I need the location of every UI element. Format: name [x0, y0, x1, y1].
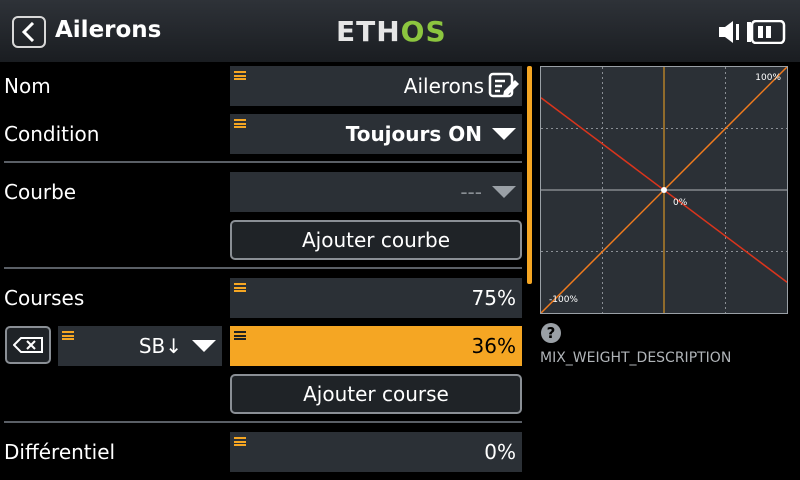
divider [4, 267, 522, 269]
condition-label: Condition [4, 122, 100, 146]
mix-weight-description: MIX_WEIGHT_DESCRIPTION [540, 350, 732, 366]
drag-handle-icon [234, 437, 246, 446]
switch-dropdown[interactable]: SB↓ [58, 326, 222, 366]
chevron-down-icon [492, 186, 516, 198]
name-label: Nom [4, 74, 51, 98]
differential-value: 0% [484, 440, 516, 464]
condition-dropdown[interactable]: Toujours ON [230, 114, 522, 154]
drag-handle-icon [234, 71, 246, 80]
help-icon[interactable]: ? [541, 323, 561, 343]
add-rate-button[interactable]: Ajouter course [230, 374, 522, 414]
ethos-logo: ETHOS [336, 15, 447, 48]
chart-min-label: -100% [549, 295, 578, 305]
rates-label: Courses [4, 286, 85, 310]
drag-handle-icon [234, 283, 246, 292]
curve-value: --- [460, 180, 482, 204]
switch-value: SB↓ [138, 334, 182, 358]
drag-handle-icon [62, 331, 74, 340]
battery-icon [747, 20, 786, 44]
switch-rate-field[interactable]: 36% [230, 326, 522, 366]
name-field[interactable]: Ailerons [230, 66, 522, 106]
page-title: Ailerons [55, 17, 162, 43]
chevron-down-icon [492, 128, 516, 140]
curve-label: Courbe [4, 180, 77, 204]
chart-max-label: 100% [755, 73, 781, 83]
divider [4, 161, 522, 163]
edit-icon [488, 72, 519, 98]
rates-field[interactable]: 75% [230, 278, 522, 318]
switch-rate-value: 36% [471, 334, 516, 358]
mix-curve-chart: 100% -100% 0% [540, 66, 788, 314]
drag-handle-icon [234, 119, 246, 128]
name-value: Ailerons [403, 74, 484, 98]
speaker-icon[interactable] [718, 20, 740, 44]
rates-value: 75% [471, 286, 516, 310]
current-point-marker [661, 187, 667, 193]
differential-label: Différentiel [4, 440, 116, 464]
chevron-left-icon [21, 22, 35, 42]
add-curve-button[interactable]: Ajouter courbe [230, 220, 522, 260]
curve-dropdown[interactable]: --- [230, 172, 522, 212]
delete-rate-button[interactable] [5, 326, 51, 364]
top-bar: Ailerons ETHOS [0, 0, 800, 62]
back-button[interactable] [12, 16, 46, 48]
chart-center-label: 0% [673, 198, 688, 208]
condition-value: Toujours ON [345, 122, 482, 146]
chevron-down-icon [192, 340, 216, 352]
divider [4, 421, 522, 423]
backspace-icon [13, 337, 43, 353]
chart-canvas [541, 67, 787, 313]
drag-handle-icon [234, 331, 246, 340]
differential-field[interactable]: 0% [230, 432, 522, 472]
scrollbar[interactable] [527, 66, 532, 284]
